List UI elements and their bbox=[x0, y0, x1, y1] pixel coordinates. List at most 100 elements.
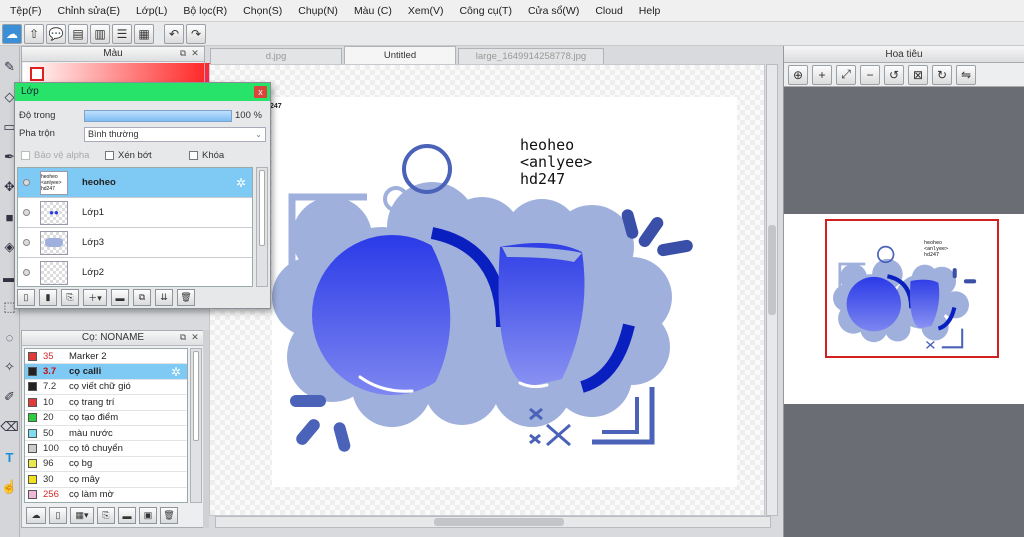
layer-item-lop2[interactable]: Lớp2 bbox=[18, 258, 252, 286]
menu-item[interactable]: Lớp(L) bbox=[128, 5, 175, 17]
protect-alpha-row[interactable]: Bảo vệ alpha bbox=[21, 150, 89, 161]
layer-item-heoheo[interactable]: heoheo <anlyee> hd247 heoheo ✲ bbox=[18, 168, 252, 198]
menu-item[interactable]: Help bbox=[631, 5, 669, 17]
brush-tool-icon[interactable]: ✎ bbox=[1, 54, 19, 80]
menu-item[interactable]: Chỉnh sửa(E) bbox=[50, 5, 128, 17]
scroll-thumb[interactable] bbox=[768, 225, 776, 315]
scroll-thumb[interactable] bbox=[434, 518, 564, 526]
magic-wand-tool-icon[interactable]: ✧ bbox=[1, 354, 19, 380]
artboard[interactable]: heoheo <anlyee> hd247 bbox=[272, 97, 737, 487]
share-icon[interactable]: ⇧ bbox=[24, 23, 44, 44]
fit-icon[interactable]: ⤢ bbox=[836, 64, 856, 85]
panel-splitter[interactable] bbox=[203, 330, 209, 528]
chat-icon[interactable]: 💬 bbox=[46, 23, 66, 44]
panel-detach-icon[interactable]: ⧉ bbox=[178, 49, 188, 59]
panel-detach-icon[interactable]: ⧉ bbox=[178, 333, 188, 343]
menu-item[interactable]: Cửa sổ(W) bbox=[520, 5, 587, 17]
lock-checkbox[interactable] bbox=[189, 151, 198, 160]
list-icon[interactable]: ☰ bbox=[112, 23, 132, 44]
text-tool-icon[interactable]: T bbox=[1, 444, 19, 470]
zoom-in-icon[interactable]: + bbox=[812, 64, 832, 85]
cloud-download-icon[interactable]: ☁ bbox=[26, 507, 46, 524]
canvas-horizontal-scrollbar[interactable] bbox=[215, 516, 771, 528]
clipping-checkbox[interactable] bbox=[105, 151, 114, 160]
hand-tool-icon[interactable]: ☝ bbox=[1, 474, 19, 500]
close-icon[interactable]: x bbox=[254, 86, 267, 98]
scroll-thumb[interactable] bbox=[259, 170, 265, 246]
undo-icon[interactable]: ↶ bbox=[164, 23, 184, 44]
layer-item-lop3[interactable]: Lớp3 bbox=[18, 228, 252, 258]
brush-item[interactable]: 50 màu nước bbox=[25, 426, 187, 442]
menu-item[interactable]: Xem(V) bbox=[400, 5, 452, 17]
brush-list-scrollbar[interactable] bbox=[190, 348, 202, 503]
scroll-thumb[interactable] bbox=[193, 351, 199, 441]
primary-color-swatch[interactable] bbox=[30, 67, 44, 81]
visibility-toggle[interactable] bbox=[23, 209, 30, 216]
menu-item[interactable]: Chọn(S) bbox=[235, 5, 290, 17]
new-brush-icon[interactable]: ▯ bbox=[49, 507, 67, 524]
brush-item[interactable]: 10 cọ trang trí bbox=[25, 395, 187, 411]
delete-layer-icon[interactable]: 🗑 bbox=[177, 289, 195, 306]
folder-icon[interactable]: ▬ bbox=[111, 289, 129, 306]
select-pen-tool-icon[interactable]: ✐ bbox=[1, 384, 19, 410]
redo-icon[interactable]: ↷ bbox=[186, 23, 206, 44]
brush-item[interactable]: 3.7 cọ calli ✲ bbox=[25, 364, 187, 380]
tab-untitled[interactable]: Untitled bbox=[344, 46, 456, 64]
lock-row[interactable]: Khóa bbox=[189, 150, 224, 161]
menu-item[interactable]: Màu (C) bbox=[346, 5, 400, 17]
protect-alpha-checkbox[interactable] bbox=[21, 151, 30, 160]
brush-item[interactable]: 256 cọ làm mờ bbox=[25, 488, 187, 502]
canvas-vertical-scrollbar[interactable] bbox=[766, 64, 778, 516]
copy-layer-icon[interactable]: ⎘ bbox=[61, 289, 79, 306]
new-folder-layer-icon[interactable]: ▮ bbox=[39, 289, 57, 306]
reset-view-icon[interactable]: ⊠ bbox=[908, 64, 928, 85]
menu-item[interactable]: Công cụ(T) bbox=[451, 5, 520, 17]
duplicate-icon[interactable]: ⧉ bbox=[133, 289, 151, 306]
panel-close-icon[interactable]: ✕ bbox=[190, 49, 200, 59]
layer-item-lop1[interactable]: ●● Lớp1 bbox=[18, 198, 252, 228]
layer-window-titlebar[interactable]: Lớp x bbox=[15, 83, 270, 101]
rotate-right-icon[interactable]: ↻ bbox=[932, 64, 952, 85]
comment-icon[interactable]: ▤ bbox=[68, 23, 88, 44]
brush-item[interactable]: 100 cọ tô chuyển bbox=[25, 441, 187, 457]
document-icon[interactable]: ▥ bbox=[90, 23, 110, 44]
navigator-preview[interactable]: heoheo <anlyee> hd247 bbox=[784, 214, 1024, 404]
cloud-icon[interactable]: ☁ bbox=[2, 23, 22, 44]
visibility-toggle[interactable] bbox=[23, 239, 30, 246]
brush-item[interactable]: 35 Marker 2 bbox=[25, 349, 187, 365]
zoom-icon[interactable]: ⊕ bbox=[788, 64, 808, 85]
brush-item[interactable]: 20 cọ tạo điểm bbox=[25, 411, 187, 426]
menu-item[interactable]: Chụp(N) bbox=[290, 5, 346, 17]
grid-icon[interactable]: ▦ bbox=[134, 23, 154, 44]
new-layer-icon[interactable]: ▯ bbox=[17, 289, 35, 306]
panel-close-icon[interactable]: ✕ bbox=[190, 333, 200, 343]
clipping-row[interactable]: Xén bớt bbox=[105, 150, 152, 161]
lasso-tool-icon[interactable]: ◌ bbox=[1, 324, 19, 350]
brush-item[interactable]: 30 cọ mây bbox=[25, 472, 187, 488]
layer-list-scrollbar[interactable] bbox=[256, 167, 268, 287]
brush-settings-icon[interactable]: ▣ bbox=[139, 507, 157, 524]
delete-brush-icon[interactable]: 🗑 bbox=[160, 507, 178, 524]
merge-down-icon[interactable]: ⇊ bbox=[155, 289, 173, 306]
brush-item[interactable]: 7.2 cọ viết chữ gió bbox=[25, 380, 187, 396]
select-eraser-tool-icon[interactable]: ⌫ bbox=[0, 414, 18, 440]
flip-icon[interactable]: ⇋ bbox=[956, 64, 976, 85]
gear-icon[interactable]: ✲ bbox=[171, 365, 181, 379]
tab-d-jpg[interactable]: d.jpg bbox=[210, 48, 342, 64]
folder-icon[interactable]: ▬ bbox=[118, 507, 136, 524]
brush-item[interactable]: 96 cọ bg bbox=[25, 457, 187, 473]
opacity-slider[interactable] bbox=[84, 110, 232, 122]
visibility-toggle[interactable] bbox=[23, 179, 30, 186]
copy-brush-icon[interactable]: ⎘ bbox=[97, 507, 115, 524]
add-brush-menu-icon[interactable]: ▦▾ bbox=[70, 507, 94, 524]
zoom-out-icon[interactable]: − bbox=[860, 64, 880, 85]
tab-large-jpg[interactable]: large_1649914258778.jpg bbox=[458, 48, 604, 64]
visibility-toggle[interactable] bbox=[23, 269, 30, 276]
rotate-left-icon[interactable]: ↺ bbox=[884, 64, 904, 85]
gear-icon[interactable]: ✲ bbox=[236, 176, 246, 190]
menu-item[interactable]: Bộ lọc(R) bbox=[175, 5, 235, 17]
menu-item[interactable]: Cloud bbox=[587, 5, 630, 17]
add-layer-menu-icon[interactable]: ＋▾ bbox=[83, 289, 107, 306]
blend-mode-select[interactable]: Bình thường ⌄ bbox=[84, 127, 266, 142]
menu-item[interactable]: Tệp(F) bbox=[2, 5, 50, 17]
